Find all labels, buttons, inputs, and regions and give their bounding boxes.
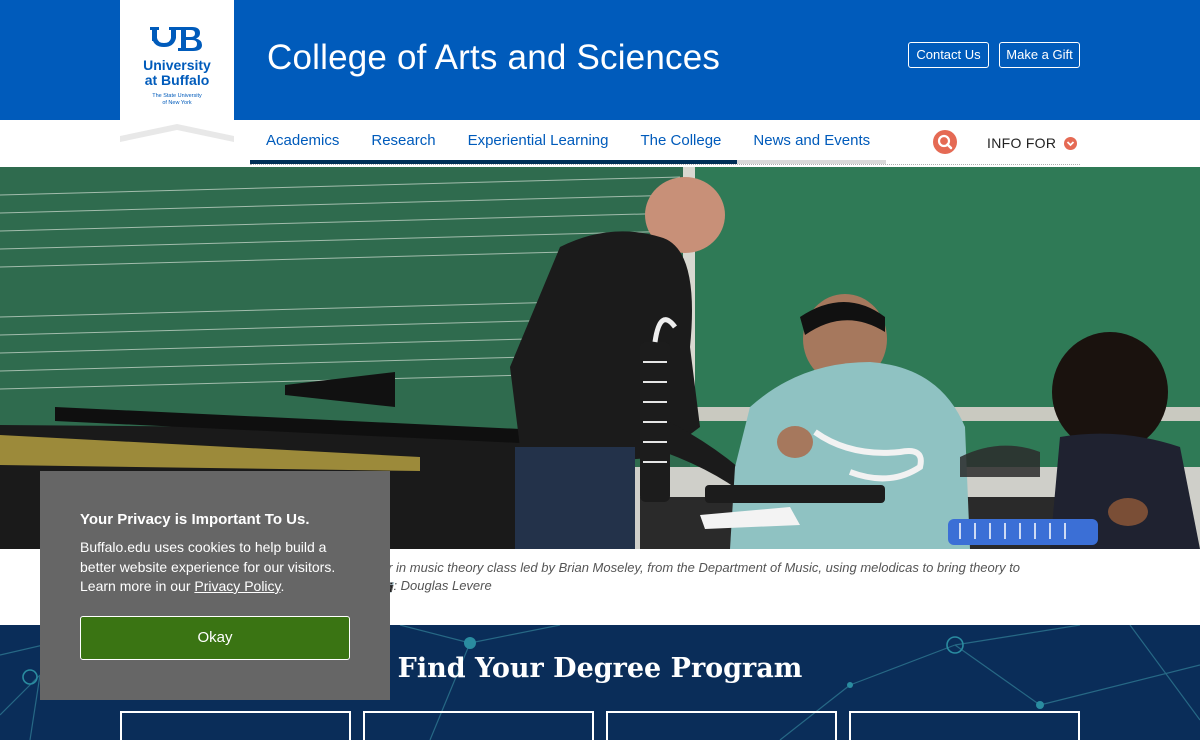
info-for-dropdown[interactable]: INFO FOR xyxy=(987,135,1078,151)
nav-menu: Academics Research Experiential Learning… xyxy=(250,120,887,164)
ub-logo[interactable]: University at Buffalo The State Universi… xyxy=(120,0,234,142)
nav-item-the-college[interactable]: The College xyxy=(624,120,738,164)
page: College of Arts and Sciences Contact Us … xyxy=(0,0,1200,740)
nav-item-experiential-learning[interactable]: Experiential Learning xyxy=(451,120,625,164)
cookie-text: Buffalo.edu uses cookies to help build a… xyxy=(80,538,350,597)
degree-card-3[interactable] xyxy=(606,711,837,740)
info-for-label: INFO FOR xyxy=(987,135,1057,151)
degree-card-4[interactable] xyxy=(849,711,1080,740)
cookie-title: Your Privacy is Important To Us. xyxy=(80,511,310,528)
logo-line2: at Buffalo xyxy=(145,72,210,88)
cookie-text-end: . xyxy=(280,578,285,594)
hero-caption: ther in music theory class led by Brian … xyxy=(370,559,1070,595)
logo-tagline2: of New York xyxy=(162,100,192,106)
nav-item-news-and-events[interactable]: News and Events xyxy=(737,120,887,164)
nav-item-research[interactable]: Research xyxy=(355,120,452,164)
logo-line1: University xyxy=(143,57,211,73)
degree-card-1[interactable] xyxy=(120,711,351,740)
cookie-banner: Your Privacy is Important To Us. Buffalo… xyxy=(40,471,390,700)
contact-us-button[interactable]: Contact Us xyxy=(908,42,989,68)
search-icon xyxy=(937,134,953,150)
logo-tagline1: The State University xyxy=(152,93,202,99)
okay-button[interactable]: Okay xyxy=(80,616,350,660)
site-title[interactable]: College of Arts and Sciences xyxy=(267,38,720,78)
make-a-gift-button[interactable]: Make a Gift xyxy=(999,42,1080,68)
hero-caption-line1: ther in music theory class led by Brian … xyxy=(370,560,1021,575)
privacy-policy-link[interactable]: Privacy Policy xyxy=(194,578,280,594)
chevron-down-icon xyxy=(1064,136,1078,150)
photo-credit: : Douglas Levere xyxy=(393,578,492,593)
nav-divider xyxy=(250,164,1080,165)
search-button[interactable] xyxy=(933,130,957,154)
degree-card-2[interactable] xyxy=(363,711,594,740)
hero-caption-line2: ! 📷: Douglas Levere xyxy=(370,577,1070,595)
nav-item-academics[interactable]: Academics xyxy=(250,120,356,164)
